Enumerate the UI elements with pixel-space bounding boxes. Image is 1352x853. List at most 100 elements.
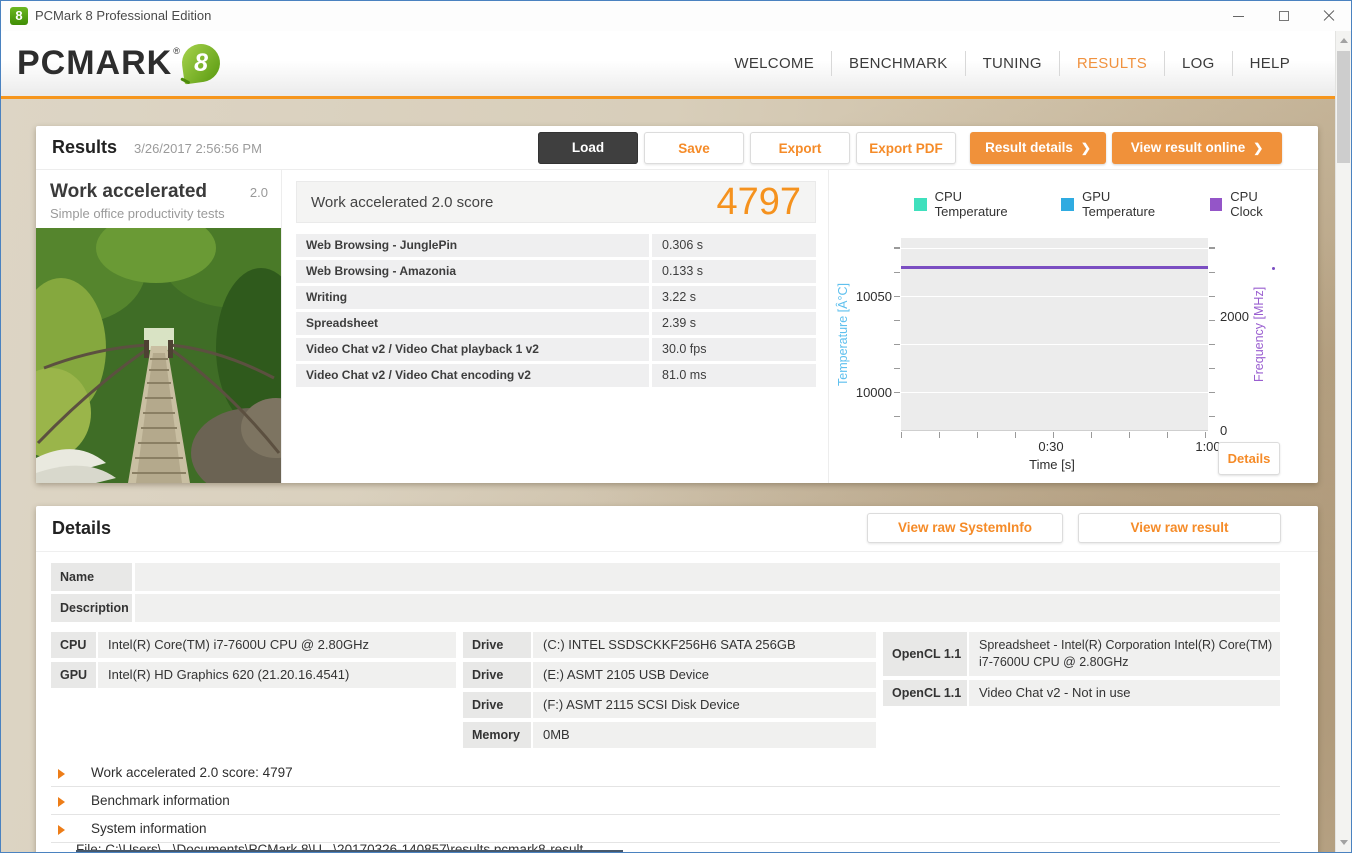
spec-label: GPU bbox=[51, 662, 96, 688]
app-header: PCMARK ® 8 WELCOME BENCHMARK TUNING RESU… bbox=[1, 31, 1351, 99]
table-row: Web Browsing - JunglePin 0.306 s bbox=[296, 234, 816, 257]
view-raw-result-button[interactable]: View raw result bbox=[1078, 513, 1281, 543]
spec-label: Memory bbox=[463, 722, 531, 748]
gpu-value: Intel(R) HD Graphics 620 (21.20.16.4541) bbox=[98, 662, 456, 688]
expander-benchmark-information[interactable]: Benchmark information bbox=[51, 788, 1280, 815]
chart-legend: CPU Temperature GPU Temperature CPU Cloc… bbox=[914, 189, 1318, 219]
view-result-online-button[interactable]: View result online ❯ bbox=[1112, 132, 1282, 164]
table-row: Video Chat v2 / Video Chat playback 1 v2… bbox=[296, 338, 816, 361]
chevron-right-icon: ❯ bbox=[1080, 141, 1091, 155]
table-row: Web Browsing - Amazonia 0.133 s bbox=[296, 260, 816, 283]
results-panel: Results 3/26/2017 2:56:56 PM Load Save E… bbox=[36, 126, 1318, 483]
results-title: Results bbox=[52, 137, 118, 157]
vertical-scrollbar[interactable] bbox=[1335, 31, 1351, 852]
cpu-clock-swatch-icon bbox=[1209, 197, 1223, 211]
maximize-button[interactable] bbox=[1261, 1, 1306, 31]
nav-welcome[interactable]: WELCOME bbox=[717, 51, 831, 76]
cpu-clock-series-line bbox=[901, 266, 1208, 269]
expander-score[interactable]: Work accelerated 2.0 score: 4797 bbox=[51, 760, 1280, 787]
table-row: Spreadsheet 2.39 s bbox=[296, 312, 816, 335]
time-axis-title: Time [s] bbox=[1029, 457, 1075, 472]
y-axis-ticks-right bbox=[1209, 238, 1215, 431]
registered-mark: ® bbox=[173, 46, 180, 56]
scroll-up-arrow-icon[interactable] bbox=[1340, 38, 1348, 43]
field-label: Name bbox=[51, 563, 132, 591]
field-label: Description bbox=[51, 594, 132, 622]
frequency-axis-title: Frequency [MHz] bbox=[1252, 286, 1266, 383]
y-axis-ticks-left bbox=[894, 238, 900, 431]
memory-value: 0MB bbox=[533, 722, 876, 748]
load-button[interactable]: Load bbox=[538, 132, 638, 164]
test-name: Video Chat v2 / Video Chat playback 1 v2 bbox=[296, 338, 649, 361]
drive-e-value: (E:) ASMT 2105 USB Device bbox=[533, 662, 876, 688]
legend-item: CPU Clock bbox=[1209, 189, 1292, 219]
name-field-value bbox=[135, 563, 1280, 591]
test-results-table: Web Browsing - JunglePin 0.306 s Web Bro… bbox=[296, 234, 816, 390]
scroll-down-arrow-icon[interactable] bbox=[1340, 840, 1348, 845]
nav-help[interactable]: HELP bbox=[1231, 51, 1307, 76]
cpu-value: Intel(R) Core(TM) i7-7600U CPU @ 2.80GHz bbox=[98, 632, 456, 658]
x-tick-label: 0:30 bbox=[1038, 439, 1064, 454]
save-button[interactable]: Save bbox=[644, 132, 744, 164]
spec-label: OpenCL 1.1 bbox=[883, 680, 967, 706]
content-area: Results 3/26/2017 2:56:56 PM Load Save E… bbox=[1, 99, 1351, 852]
description-field-value bbox=[135, 594, 1280, 622]
nav-tuning[interactable]: TUNING bbox=[964, 51, 1059, 76]
results-header: Results 3/26/2017 2:56:56 PM Load Save E… bbox=[36, 126, 1318, 170]
temperature-axis-title: Temperature [Â°C] bbox=[836, 283, 850, 386]
score-label: Work accelerated 2.0 score bbox=[311, 193, 494, 211]
opencl-spreadsheet-value: Spreadsheet - Intel(R) Corporation Intel… bbox=[969, 632, 1280, 676]
close-button[interactable] bbox=[1306, 1, 1351, 31]
logo-text: PCMARK bbox=[17, 44, 173, 82]
y-tick-label: 0 bbox=[1220, 423, 1228, 438]
details-title: Details bbox=[52, 518, 112, 538]
chart-details-button[interactable]: Details bbox=[1218, 442, 1280, 475]
pcmark-logo: PCMARK ® 8 bbox=[17, 41, 223, 85]
spec-label: Drive bbox=[463, 662, 531, 688]
expand-arrow-icon bbox=[58, 769, 65, 779]
test-name: Spreadsheet bbox=[296, 312, 649, 335]
scrollbar-thumb[interactable] bbox=[1337, 51, 1350, 163]
column-divider bbox=[828, 170, 829, 483]
export-button[interactable]: Export bbox=[750, 132, 850, 164]
legend-item: CPU Temperature bbox=[914, 189, 1035, 219]
test-value: 81.0 ms bbox=[652, 364, 816, 387]
workload-title: Work accelerated bbox=[50, 181, 208, 202]
drive-f-value: (F:) ASMT 2115 SCSI Disk Device bbox=[533, 692, 876, 718]
workload-version: 2.0 bbox=[249, 185, 268, 200]
window-title: PCMark 8 Professional Edition bbox=[35, 8, 212, 23]
table-row: Writing 3.22 s bbox=[296, 286, 816, 309]
test-value: 0.133 s bbox=[652, 260, 816, 283]
chevron-right-icon: ❯ bbox=[1253, 141, 1264, 155]
nav-results[interactable]: RESULTS bbox=[1058, 51, 1164, 76]
spec-label: CPU bbox=[51, 632, 96, 658]
score-banner: Work accelerated 2.0 score 4797 bbox=[296, 181, 816, 223]
export-pdf-button[interactable]: Export PDF bbox=[856, 132, 956, 164]
workload-bridge-photo bbox=[36, 228, 281, 483]
test-name: Web Browsing - Amazonia bbox=[296, 260, 649, 283]
spec-label: OpenCL 1.1 bbox=[883, 632, 967, 676]
workload-subtitle: Simple office productivity tests bbox=[50, 206, 225, 221]
opencl-videochat-value: Video Chat v2 - Not in use bbox=[969, 680, 1280, 706]
leaf-8-logo-icon: 8 bbox=[179, 41, 223, 85]
close-icon bbox=[1323, 10, 1335, 22]
test-name: Video Chat v2 / Video Chat encoding v2 bbox=[296, 364, 649, 387]
test-name: Web Browsing - JunglePin bbox=[296, 234, 649, 257]
minimize-button[interactable] bbox=[1216, 1, 1261, 31]
nav-log[interactable]: LOG bbox=[1164, 51, 1232, 76]
horizontal-scrollbar-thumb[interactable] bbox=[76, 850, 623, 852]
expander-system-information[interactable]: System information bbox=[51, 816, 1280, 843]
view-raw-systeminfo-button[interactable]: View raw SystemInfo bbox=[867, 513, 1063, 543]
x-axis-ticks bbox=[901, 432, 1208, 438]
result-details-button[interactable]: Result details ❯ bbox=[970, 132, 1106, 164]
expand-arrow-icon bbox=[58, 797, 65, 807]
app-window: 8 PCMark 8 Professional Edition PCMARK ®… bbox=[0, 0, 1352, 853]
details-panel: Details View raw SystemInfo View raw res… bbox=[36, 506, 1318, 852]
minimize-icon bbox=[1233, 15, 1244, 17]
column-divider bbox=[281, 170, 282, 483]
test-value: 30.0 fps bbox=[652, 338, 816, 361]
nav-benchmark[interactable]: BENCHMARK bbox=[831, 51, 965, 76]
test-name: Writing bbox=[296, 286, 649, 309]
score-value: 4797 bbox=[716, 181, 801, 223]
main-nav: WELCOME BENCHMARK TUNING RESULTS LOG HEL… bbox=[717, 31, 1307, 96]
